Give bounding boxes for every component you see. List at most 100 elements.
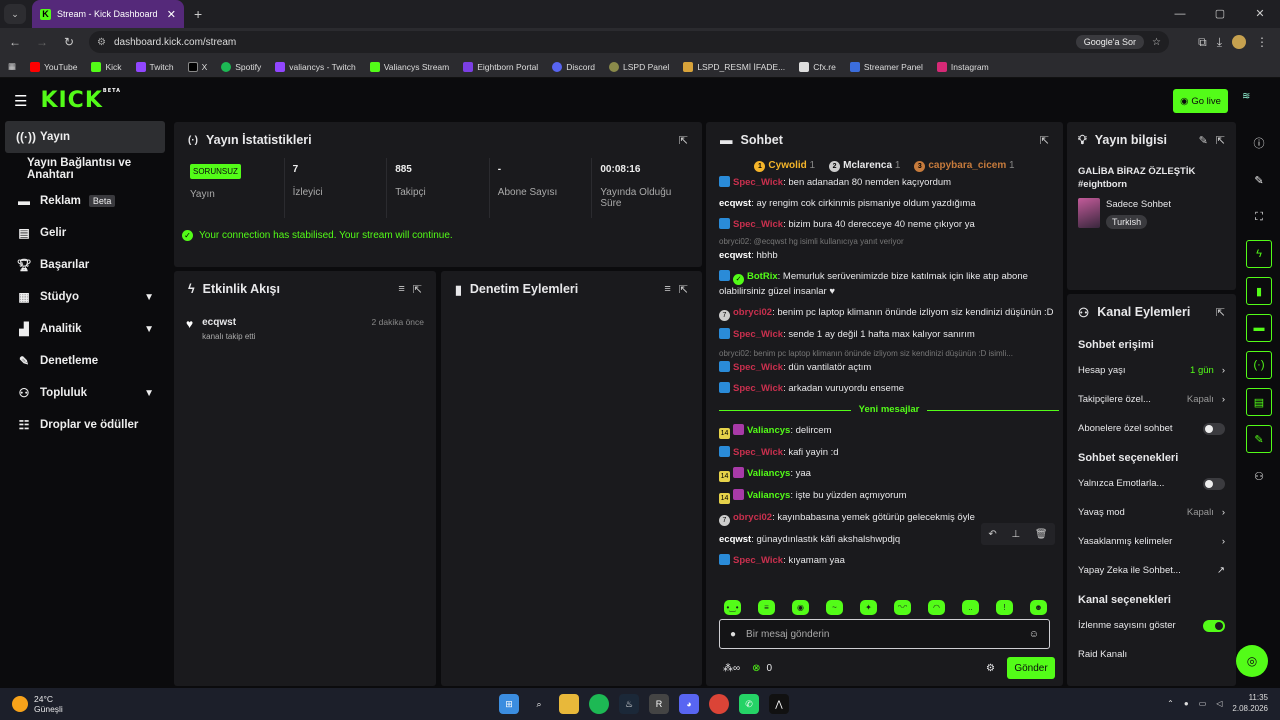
network-icon[interactable]: ▭ <box>1199 699 1207 708</box>
clock[interactable]: 11:35 2.08.2026 <box>1232 692 1268 714</box>
chevron-up-icon[interactable]: ⌃ <box>1167 699 1174 708</box>
minimize-icon[interactable]: — <box>1160 0 1200 28</box>
lightning-icon[interactable]: ϟ <box>1246 240 1272 268</box>
bookmark-item[interactable]: LSPD_RESMİ İFADE... <box>683 61 785 72</box>
close-window-icon[interactable]: ✕ <box>1240 0 1280 28</box>
filter-icon[interactable]: ≡ <box>664 283 670 295</box>
sidebar-item-studio[interactable]: ▦ Stüdyo ▼ <box>0 281 170 313</box>
bookmark-item[interactable]: Instagram <box>936 61 989 72</box>
slow-mode-option[interactable]: Yavaş mod Kapalı › <box>1067 498 1236 527</box>
popout-icon[interactable]: ⇱ <box>679 283 688 296</box>
emotes-only-toggle[interactable] <box>1203 477 1225 490</box>
raid-channel-option[interactable]: Raid Kanalı <box>1067 640 1236 669</box>
steam-icon[interactable]: ♨ <box>619 694 639 714</box>
mic-icon[interactable]: ● <box>1184 699 1189 708</box>
emote-icon[interactable]: ◉ <box>792 600 809 615</box>
weather-widget[interactable]: 24°C Güneşli <box>12 694 63 714</box>
emote-picker-icon[interactable]: ● <box>730 629 736 640</box>
kick-logo[interactable]: KICKBETA <box>40 88 121 113</box>
bookmark-item[interactable]: Kick <box>91 61 122 72</box>
top-supporter[interactable]: 2 Mclarenca 1 <box>829 160 900 172</box>
banned-words-option[interactable]: Yasaklanmış kelimeler › <box>1067 527 1236 556</box>
popout-icon[interactable]: ⇱ <box>679 134 688 147</box>
filter-icon[interactable]: ≡ <box>398 283 404 295</box>
bookmark-item[interactable]: Twitch <box>135 61 174 72</box>
people-icon[interactable]: ⚇ <box>1246 462 1272 490</box>
emote-icon[interactable]: ! <box>996 600 1013 615</box>
emote-icon[interactable]: ☻ <box>1030 600 1047 615</box>
wrench-icon[interactable]: ✎ <box>1246 425 1272 453</box>
delete-icon[interactable]: 🗑︎ <box>1035 529 1048 540</box>
google-ask-button[interactable]: Google'a Sor <box>1075 35 1145 49</box>
chat-input[interactable]: ● Bir mesaj gönderin ☺ <box>719 619 1050 649</box>
sidebar-item-stream-key[interactable]: Yayın Bağlantısı ve Anahtarı <box>0 153 170 185</box>
bookmark-item[interactable]: Cfx.re <box>799 61 836 72</box>
forward-icon[interactable]: → <box>30 35 54 49</box>
sidebar-item-ads[interactable]: ▬ Reklam Beta <box>0 185 170 217</box>
sidebar-item-analytics[interactable]: ▟ Analitik ▼ <box>0 313 170 345</box>
go-live-button[interactable]: ◉ Go live <box>1173 89 1228 113</box>
bookmark-item[interactable]: Eightborn Portal <box>463 61 538 72</box>
account-age-option[interactable]: Hesap yaşı 1 gün › <box>1067 356 1236 385</box>
spotify-icon[interactable] <box>589 694 609 714</box>
emote-icon[interactable]: ◠ <box>928 600 945 615</box>
omnibox[interactable]: ⚙ dashboard.kick.com/stream Google'a Sor… <box>89 31 1169 53</box>
sidebar-item-stream[interactable]: ((·)) Yayın <box>5 121 165 153</box>
nvidia-icon[interactable]: ⋀ <box>769 694 789 714</box>
sidebar-item-community[interactable]: ⚇ Topluluk ▼ <box>0 377 170 409</box>
bookmark-item[interactable]: X <box>187 61 207 72</box>
edit-icon[interactable]: ✎ <box>1246 166 1272 194</box>
popout-icon[interactable]: ⇱ <box>1040 134 1049 147</box>
emote-icon[interactable]: •‿• <box>724 600 741 615</box>
popout-icon[interactable]: ⇱ <box>1216 306 1225 319</box>
rockstar-icon[interactable]: R <box>649 694 669 714</box>
extensions-icon[interactable]: ⧉ <box>1198 35 1207 50</box>
tab-search-button[interactable]: ⌄ <box>4 4 26 24</box>
apps-icon[interactable]: ▦ <box>8 61 16 72</box>
document-icon[interactable]: ▮ <box>1246 277 1272 305</box>
user-avatar[interactable]: ≋ <box>1242 91 1264 109</box>
url-text[interactable]: dashboard.kick.com/stream <box>114 37 1068 48</box>
emote-icon[interactable]: ≡ <box>758 600 775 615</box>
profile-avatar[interactable] <box>1232 34 1246 49</box>
site-info-icon[interactable]: ⚙ <box>97 37 106 48</box>
popout-icon[interactable]: ⇱ <box>1216 134 1225 147</box>
new-tab-icon[interactable]: + <box>194 6 202 22</box>
edit-icon[interactable]: ✎ <box>1199 134 1208 147</box>
chrome-icon[interactable] <box>709 694 729 714</box>
send-button[interactable]: Gönder <box>1007 657 1055 679</box>
file-explorer-icon[interactable] <box>559 694 579 714</box>
download-icon[interactable]: ⤓ <box>1217 35 1222 50</box>
whatsapp-icon[interactable]: ✆ <box>739 694 759 714</box>
reload-icon[interactable]: ↻ <box>57 35 81 49</box>
top-supporter[interactable]: 3 capybara_cicem 1 <box>914 160 1015 172</box>
show-views-toggle[interactable] <box>1203 619 1225 632</box>
bookmark-item[interactable]: Discord <box>552 61 595 72</box>
popout-icon[interactable]: ⇱ <box>413 283 422 296</box>
bookmark-item[interactable]: YouTube <box>30 61 77 72</box>
pin-icon[interactable]: ⊥ <box>1011 529 1020 540</box>
back-icon[interactable]: ← <box>3 35 27 49</box>
sidebar-item-drops[interactable]: ☷ Droplar ve ödüller <box>0 409 170 441</box>
smiley-icon[interactable]: ☺ <box>1029 629 1039 640</box>
hamburger-menu-icon[interactable]: ☰ <box>14 92 27 110</box>
support-button[interactable]: ◎ <box>1236 645 1268 677</box>
discord-icon[interactable]: ◕ <box>679 694 699 714</box>
menu-icon[interactable]: ⋮ <box>1256 35 1268 50</box>
broadcast-icon[interactable]: (·) <box>1246 351 1272 379</box>
search-icon[interactable]: ⌕ <box>529 694 549 714</box>
volume-icon[interactable]: ◁ <box>1216 699 1222 708</box>
close-tab-icon[interactable]: ✕ <box>167 8 176 21</box>
bookmark-item[interactable]: Valiancys Stream <box>369 61 449 72</box>
chat-settings-icon[interactable]: ⚙ <box>986 663 995 674</box>
fullscreen-icon[interactable]: ⛶ <box>1246 203 1272 231</box>
bookmark-item[interactable]: Spotify <box>221 61 261 72</box>
server-icon[interactable]: ▤ <box>1246 388 1272 416</box>
bookmark-item[interactable]: LSPD Panel <box>609 61 669 72</box>
bookmark-star-icon[interactable]: ☆ <box>1152 37 1161 48</box>
sidebar-item-achievements[interactable]: 🏆︎ Başarılar <box>0 249 170 281</box>
maximize-icon[interactable]: ▢ <box>1200 0 1240 28</box>
top-supporter[interactable]: 1 Cywolid 1 <box>754 160 815 172</box>
emote-icon[interactable]: ~ <box>826 600 843 615</box>
bookmark-item[interactable]: valiancys - Twitch <box>275 61 356 72</box>
